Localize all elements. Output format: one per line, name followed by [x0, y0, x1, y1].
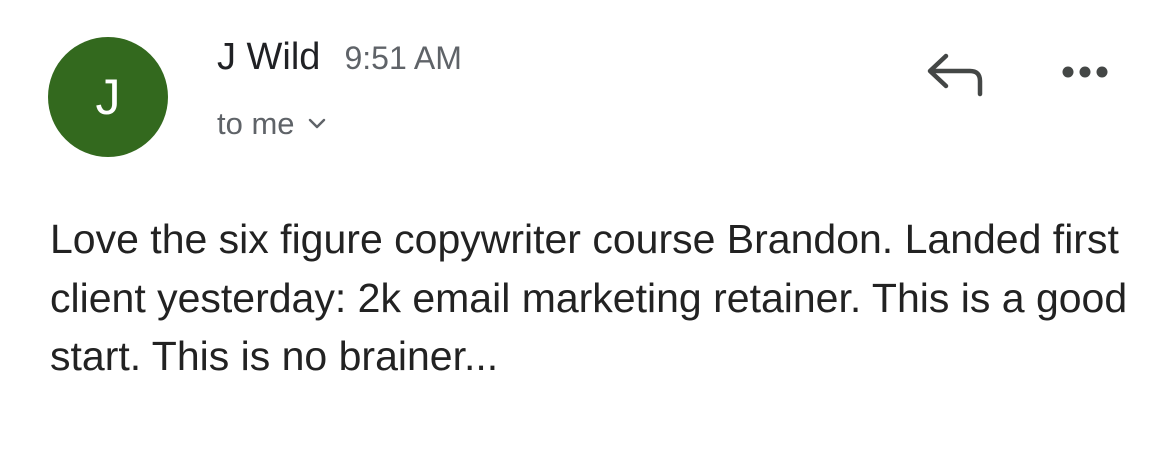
- recipient-details-toggle[interactable]: to me: [217, 106, 327, 142]
- chevron-down-icon: [308, 118, 325, 129]
- recipient-label: to me: [217, 106, 295, 141]
- timestamp: 9:51 AM: [344, 40, 462, 76]
- more-options-button[interactable]: [1056, 52, 1116, 92]
- message-body: Love the six figure copywriter course Br…: [50, 216, 1128, 379]
- avatar[interactable]: J: [48, 37, 168, 157]
- sender-name[interactable]: J Wild: [217, 36, 320, 79]
- reply-button[interactable]: [922, 48, 988, 100]
- avatar-initial: J: [95, 69, 121, 125]
- sender-header: J Wild 9:51 AM: [217, 36, 462, 79]
- more-horizontal-icon: [1062, 66, 1108, 78]
- reply-icon: [927, 53, 983, 97]
